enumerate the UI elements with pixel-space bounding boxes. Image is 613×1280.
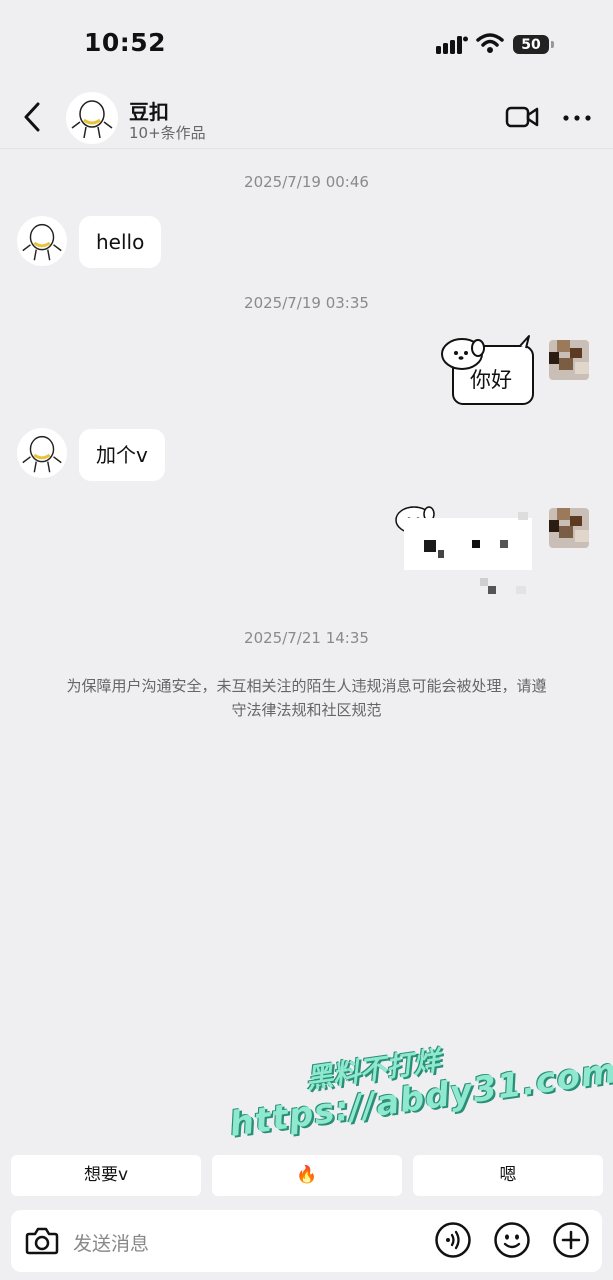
safety-notice: 为保障用户沟通安全，未互相关注的陌生人违规消息可能会被处理，请遵守法律法规和社区… [66,677,547,719]
more-icon[interactable] [562,108,592,128]
message-timestamp: 2025/7/19 03:35 [244,294,369,312]
self-avatar[interactable] [549,340,589,380]
sender-avatar[interactable] [17,216,67,266]
message-timestamp: 2025/7/19 00:46 [244,173,369,191]
battery-tip [551,41,554,48]
quick-reply-button[interactable]: 嗯 [413,1155,603,1196]
message-text[interactable]: 你好 [470,364,512,394]
message-input[interactable]: 发送消息 [73,1229,149,1256]
avatar-figure-icon [22,223,62,261]
contact-name[interactable]: 豆扣 [129,96,169,125]
pixelated-sticker-message[interactable] [392,500,542,600]
dog-sticker-icon [395,506,532,594]
back-icon[interactable] [20,100,44,134]
contact-avatar[interactable] [66,92,118,144]
camera-icon[interactable] [24,1223,60,1259]
sender-avatar[interactable] [17,428,67,478]
message-bubble[interactable]: 加个v [79,429,165,481]
avatar-figure-icon [22,435,62,473]
quick-reply-button[interactable]: 想要v [11,1155,201,1196]
message-timestamp: 2025/7/21 14:35 [244,629,369,647]
avatar-figure-icon [71,100,113,139]
self-avatar[interactable] [549,508,589,548]
battery-indicator: 50 [513,35,549,54]
wifi-icon [476,33,504,53]
contact-works-count[interactable]: 10+条作品 [129,122,206,143]
emoji-icon[interactable] [493,1221,531,1259]
message-bubble[interactable]: hello [79,216,162,268]
voice-icon[interactable] [434,1221,472,1259]
quick-reply-fire-button[interactable]: 🔥 [212,1155,402,1196]
video-call-icon[interactable] [505,105,539,129]
signal-icon [436,36,468,54]
plus-icon[interactable] [552,1221,590,1259]
status-time: 10:52 [84,28,167,57]
header-divider [0,148,613,149]
